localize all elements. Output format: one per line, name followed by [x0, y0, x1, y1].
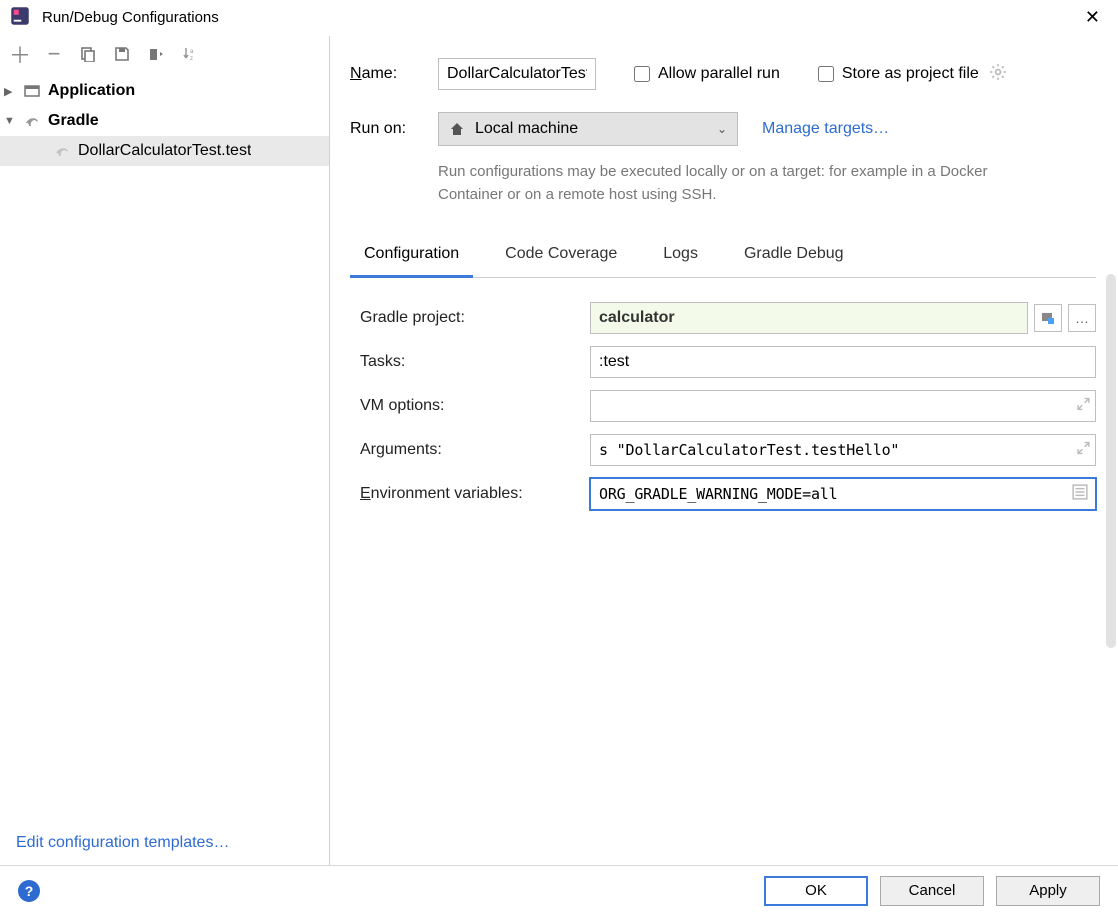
runon-value: Local machine [475, 120, 578, 138]
name-input[interactable] [438, 58, 596, 90]
horizontal-scrollbar[interactable] [0, 802, 270, 818]
browse-button[interactable]: … [1068, 304, 1096, 332]
remove-config-button[interactable]: − [44, 44, 64, 64]
runon-label: Run on: [350, 120, 438, 138]
title-bar: Run/Debug Configurations ✕ [0, 0, 1118, 36]
intellij-icon [10, 6, 30, 30]
gear-icon[interactable] [989, 63, 1007, 85]
save-config-button[interactable] [112, 44, 132, 64]
list-icon[interactable] [1072, 484, 1088, 504]
edit-config-button[interactable] [146, 44, 166, 64]
allow-parallel-checkbox[interactable]: Allow parallel run [634, 65, 780, 83]
tab-logs[interactable]: Logs [649, 235, 712, 277]
expand-icon[interactable] [1077, 441, 1090, 458]
left-panel: ＋ − az ▶ Application [0, 36, 330, 866]
tree-label: Application [48, 82, 135, 100]
arguments-input[interactable] [590, 434, 1096, 466]
runon-select[interactable]: Local machine ⌄ [438, 112, 738, 146]
manage-targets-link[interactable]: Manage targets… [762, 120, 889, 138]
main-area: ＋ − az ▶ Application [0, 36, 1118, 866]
chevron-down-icon: ▼ [4, 115, 18, 127]
expand-icon[interactable] [1077, 397, 1090, 414]
tab-configuration[interactable]: Configuration [350, 235, 473, 278]
tree-label: Gradle [48, 112, 99, 130]
tab-bar: Configuration Code Coverage Logs Gradle … [350, 235, 1096, 278]
config-toolbar: ＋ − az [0, 36, 329, 72]
help-button[interactable]: ? [18, 880, 40, 902]
edit-templates-link[interactable]: Edit configuration templates… [0, 826, 329, 866]
window-title: Run/Debug Configurations [42, 9, 219, 26]
application-icon [22, 83, 42, 99]
store-checkbox[interactable]: Store as project file [818, 65, 979, 83]
cancel-button[interactable]: Cancel [880, 876, 984, 906]
apply-button[interactable]: Apply [996, 876, 1100, 906]
arguments-label: Arguments: [350, 441, 590, 459]
tasks-row: Tasks: [350, 340, 1096, 384]
env-vars-label: Environment variables: [350, 485, 590, 503]
name-row: Name: Allow parallel run Store as projec… [350, 58, 1096, 90]
runon-hint: Run configurations may be executed local… [438, 160, 1038, 207]
gradle-project-label: Gradle project: [350, 309, 590, 327]
env-vars-input[interactable] [590, 478, 1096, 510]
vm-options-input[interactable] [590, 390, 1096, 422]
gradle-project-row: Gradle project: … [350, 296, 1096, 340]
vm-options-row: VM options: [350, 384, 1096, 428]
svg-text:z: z [190, 56, 193, 62]
tree-node-selected[interactable]: DollarCalculatorTest.test [0, 136, 329, 166]
config-form: Gradle project: … Tasks: VM options: [350, 296, 1096, 516]
tasks-label: Tasks: [350, 353, 590, 371]
tree-label: DollarCalculatorTest.test [78, 142, 251, 160]
runon-row: Run on: Local machine ⌄ Manage targets… [350, 112, 1096, 146]
chevron-right-icon: ▶ [4, 85, 18, 98]
sort-config-button[interactable]: az [180, 44, 200, 64]
right-panel: Name: Allow parallel run Store as projec… [330, 36, 1118, 866]
ok-button[interactable]: OK [764, 876, 868, 906]
copy-config-button[interactable] [78, 44, 98, 64]
dialog-footer: ? OK Cancel Apply [0, 865, 1118, 915]
add-config-button[interactable]: ＋ [10, 44, 30, 64]
config-tree: ▶ Application ▼ Gradle DollarCalculatorT… [0, 72, 329, 802]
tree-node-application[interactable]: ▶ Application [0, 76, 329, 106]
arguments-row: Arguments: [350, 428, 1096, 472]
store-label: Store as project file [842, 65, 979, 83]
tab-code-coverage[interactable]: Code Coverage [491, 235, 631, 277]
env-vars-row: Environment variables: [350, 472, 1096, 516]
vertical-scrollbar[interactable] [1106, 274, 1116, 648]
footer-buttons: OK Cancel Apply [764, 876, 1100, 906]
allow-parallel-label: Allow parallel run [658, 65, 780, 83]
tab-gradle-debug[interactable]: Gradle Debug [730, 235, 858, 277]
tree-node-gradle[interactable]: ▼ Gradle [0, 106, 329, 136]
chevron-down-icon: ⌄ [717, 122, 727, 136]
gradle-icon [52, 143, 72, 159]
name-label: Name: [350, 65, 438, 83]
gradle-icon [22, 113, 42, 129]
svg-text:a: a [190, 49, 194, 55]
gradle-project-input[interactable] [590, 302, 1028, 334]
home-icon [449, 121, 465, 137]
vm-options-label: VM options: [350, 397, 590, 415]
registered-projects-button[interactable] [1034, 304, 1062, 332]
close-button[interactable]: ✕ [1077, 3, 1108, 32]
tasks-input[interactable] [590, 346, 1096, 378]
